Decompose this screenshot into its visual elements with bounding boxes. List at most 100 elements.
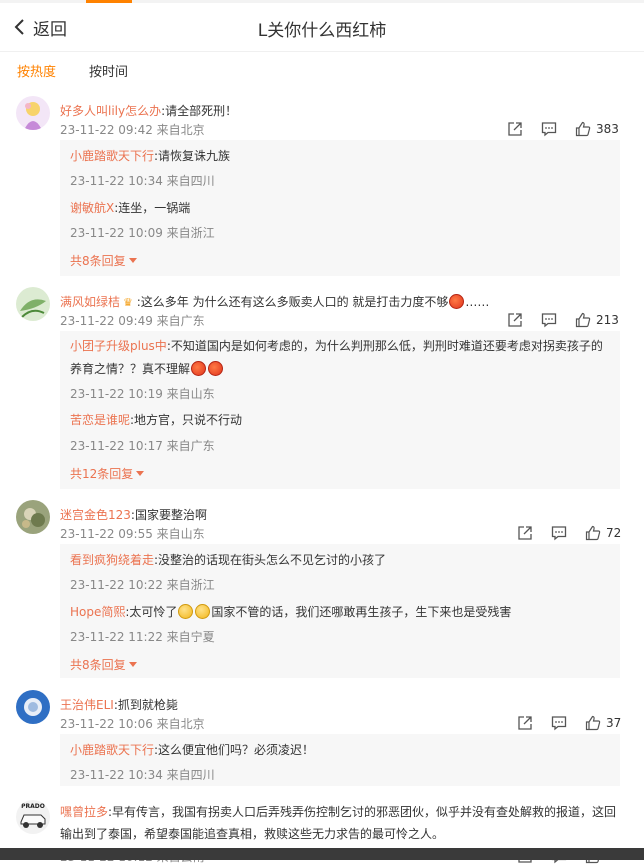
more-replies-button[interactable]: 共12条回复 bbox=[70, 465, 145, 482]
reply-username[interactable]: 看到疯狗绕着走 bbox=[70, 553, 154, 567]
comment-username[interactable]: 王治伟ELI bbox=[60, 698, 114, 712]
reply-text: 小鹿踏歌天下行:这么便宜他们吗？必须凌迟！ bbox=[70, 741, 314, 759]
reply-meta: 23-11-22 10:34 来自四川 bbox=[70, 768, 215, 782]
crying-emoji-icon bbox=[178, 604, 194, 619]
share-button[interactable] bbox=[507, 312, 523, 328]
reply-button[interactable] bbox=[551, 525, 567, 541]
reply-username[interactable]: 小团子升级plus中 bbox=[70, 339, 167, 353]
like-button[interactable]: 72 bbox=[585, 525, 621, 541]
caret-down-icon bbox=[128, 258, 137, 263]
reply-meta: 23-11-22 10:22 来自浙江 bbox=[70, 578, 215, 592]
caret-down-icon bbox=[136, 471, 145, 476]
tomato-emoji-icon bbox=[449, 294, 465, 309]
avatar[interactable]: PRADO bbox=[16, 800, 50, 834]
reply-text: 看到疯狗绕着走:没整治的话现在街头怎么不见乞讨的小孩了 bbox=[70, 551, 386, 569]
comment-icon bbox=[551, 526, 567, 541]
reply-button[interactable] bbox=[551, 715, 567, 731]
reply-meta: 23-11-22 11:22 来自宁夏 bbox=[70, 630, 215, 644]
reply-meta: 23-11-22 10:17 来自广东 bbox=[70, 439, 215, 453]
reply-text: 小鹿踏歌天下行:请恢复诛九族 bbox=[70, 147, 230, 165]
reply-text: Hope简熙:太可怜了 国家不管的话，我们还哪敢再生孩子，生下来也是受残害 bbox=[70, 603, 511, 621]
reply-body: :请恢复诛九族 bbox=[154, 149, 231, 163]
share-button[interactable] bbox=[507, 121, 523, 137]
share-icon bbox=[508, 313, 522, 327]
reply-body: :地方官，只说不行动 bbox=[130, 413, 243, 427]
like-count: 37 bbox=[606, 716, 622, 730]
comment-username[interactable]: 满风如绿桔 bbox=[60, 295, 120, 309]
reply-button[interactable] bbox=[541, 312, 557, 328]
reply-meta: 23-11-22 10:09 来自浙江 bbox=[70, 226, 215, 240]
reply-body: :太可怜了 bbox=[125, 605, 178, 619]
avatar[interactable] bbox=[16, 690, 50, 724]
share-button[interactable] bbox=[517, 525, 533, 541]
page-header: 返回 L关你什么西红柿 bbox=[0, 3, 644, 52]
like-count: 72 bbox=[606, 526, 622, 540]
like-count: 213 bbox=[596, 313, 619, 327]
comment-meta: 23-11-22 09:49 来自广东 bbox=[60, 314, 205, 328]
reply-list: 小鹿踏歌天下行:请恢复诛九族 23-11-22 10:34 来自四川 谢敏航X:… bbox=[60, 140, 620, 276]
comment-text: 满风如绿桔 ♛ :这么多年 为什么还有这么多贩卖人口的 就是打击力度不够 …… bbox=[60, 293, 620, 312]
comment-actions: 383 bbox=[507, 120, 619, 138]
comment-body: :抓到就枪毙 bbox=[113, 698, 178, 712]
reply-body: :没整治的话现在街头怎么不见乞讨的小孩了 bbox=[154, 553, 387, 567]
reply-username[interactable]: 谢敏航X bbox=[70, 201, 114, 215]
avatar[interactable] bbox=[16, 96, 50, 130]
avatar[interactable] bbox=[16, 287, 50, 321]
tab-sort-hot[interactable]: 按热度 bbox=[17, 61, 56, 80]
sort-tabs: 按热度 按时间 bbox=[0, 52, 644, 88]
bottom-taskbar bbox=[0, 848, 644, 860]
thumbs-up-icon bbox=[575, 312, 591, 328]
crying-emoji-icon bbox=[195, 604, 211, 619]
comment-text: 好多人叫lily怎么办:请全部死刑！ bbox=[60, 102, 620, 120]
tab-sort-time[interactable]: 按时间 bbox=[89, 61, 128, 80]
comment-text: 嘿曾拉多:早有传言，我国有拐卖人口后弄残弄伤控制乞讨的邪恶团伙，似乎并没有查处解… bbox=[60, 801, 620, 845]
reply-list: 小鹿踏歌天下行:这么便宜他们吗？必须凌迟！ 23-11-22 10:34 来自四… bbox=[60, 734, 620, 786]
page-title: L关你什么西红柿 bbox=[257, 21, 387, 41]
comment-username[interactable]: 嘿曾拉多 bbox=[60, 805, 108, 819]
like-button[interactable]: 383 bbox=[575, 121, 619, 137]
comment-text: 迷宫金色123:国家要整治啊 bbox=[60, 506, 620, 524]
reply-list: 小团子升级plus中:不知道国内是如何考虑的，为什么判刑那么低，判刑时难道还要考… bbox=[60, 331, 620, 489]
reply-username[interactable]: 小鹿踏歌天下行 bbox=[70, 149, 154, 163]
reply-text: 小团子升级plus中:不知道国内是如何考虑的，为什么判刑那么低，判刑时难道还要考… bbox=[70, 335, 610, 381]
comment-actions: 37 bbox=[517, 714, 621, 732]
reply-username[interactable]: Hope简熙 bbox=[70, 605, 125, 619]
reply-username[interactable]: 苦恋是谁呢 bbox=[70, 413, 130, 427]
more-replies-button[interactable]: 共8条回复 bbox=[70, 656, 137, 673]
comment-icon bbox=[541, 122, 557, 137]
reply-button[interactable] bbox=[541, 121, 557, 137]
thumbs-up-icon bbox=[585, 715, 601, 731]
reply-body: :这么便宜他们吗？必须凌迟！ bbox=[154, 743, 315, 757]
crown-badge-icon: ♛ bbox=[123, 296, 133, 309]
comment-actions: 213 bbox=[507, 311, 619, 329]
more-replies-button[interactable]: 共8条回复 bbox=[70, 252, 137, 269]
comment-icon bbox=[541, 313, 557, 328]
share-button[interactable] bbox=[517, 715, 533, 731]
caret-down-icon bbox=[128, 662, 137, 667]
tomato-emoji-icon bbox=[191, 361, 207, 376]
reply-body: :连坐，一锅端 bbox=[114, 201, 191, 215]
like-count: 383 bbox=[596, 122, 619, 136]
share-icon bbox=[508, 122, 522, 136]
share-icon bbox=[518, 526, 532, 540]
avatar[interactable] bbox=[16, 500, 50, 534]
reply-meta: 23-11-22 10:34 来自四川 bbox=[70, 174, 215, 188]
comment-meta: 23-11-22 09:55 来自山东 bbox=[60, 527, 205, 541]
like-button[interactable]: 213 bbox=[575, 312, 619, 328]
share-icon bbox=[518, 716, 532, 730]
reply-text: 谢敏航X:连坐，一锅端 bbox=[70, 199, 190, 217]
comment-username[interactable]: 迷宫金色123 bbox=[60, 508, 131, 522]
like-button[interactable]: 37 bbox=[585, 715, 621, 731]
thumbs-up-icon bbox=[585, 525, 601, 541]
comment-meta: 23-11-22 10:06 来自北京 bbox=[60, 717, 205, 731]
reply-text: 苦恋是谁呢:地方官，只说不行动 bbox=[70, 411, 242, 429]
comment-icon bbox=[551, 716, 567, 731]
thumbs-up-icon bbox=[575, 121, 591, 137]
comment-body: :请全部死刑！ bbox=[161, 104, 238, 118]
reply-username[interactable]: 小鹿踏歌天下行 bbox=[70, 743, 154, 757]
comment-username[interactable]: 好多人叫lily怎么办 bbox=[60, 104, 161, 118]
comment-body: :这么多年 为什么还有这么多贩卖人口的 就是打击力度不够 bbox=[132, 295, 449, 309]
comment-actions: 72 bbox=[517, 524, 621, 542]
reply-meta: 23-11-22 10:19 来自山东 bbox=[70, 387, 215, 401]
comment-body: :早有传言，我国有拐卖人口后弄残弄伤控制乞讨的邪恶团伙，似乎并没有查处解救的报道… bbox=[60, 805, 617, 841]
